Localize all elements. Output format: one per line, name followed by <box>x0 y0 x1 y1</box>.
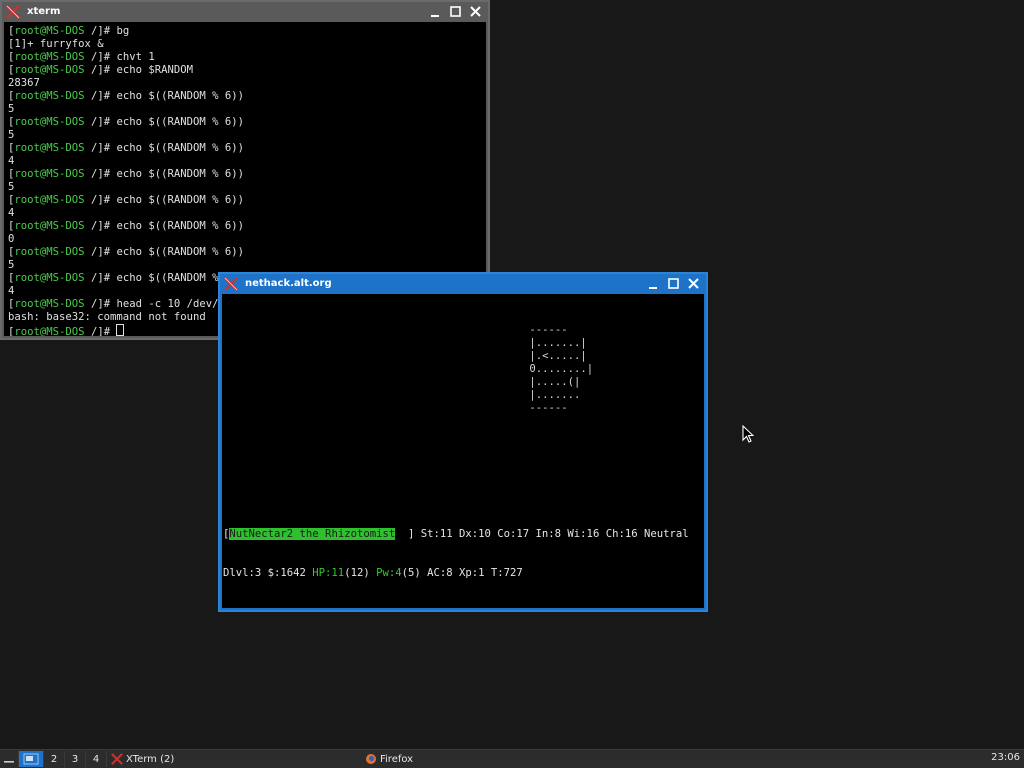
prompt-user: root@MS-DOS <box>14 220 85 232</box>
character-name: NutNectar2 the Rhizotomist <box>229 528 396 540</box>
map-row: 0........| <box>523 363 594 375</box>
command-text: chvt 1 <box>116 51 155 63</box>
command-text: echo $((RANDOM % 6)) <box>116 142 245 154</box>
terminal-command-line: [root@MS-DOS /]# chvt 1 <box>8 51 155 63</box>
nethack-titlebar[interactable]: nethack.alt.org <box>220 274 706 293</box>
stats-rest: AC:8 Xp:1 T:727 <box>427 567 523 579</box>
terminal-command-line: [root@MS-DOS /]# echo $RANDOM <box>8 64 193 76</box>
prompt-user: root@MS-DOS <box>14 64 85 76</box>
status-line-2: Dlvl:3 $:1642 HP:11(12) Pw:4(5) AC:8 Xp:… <box>223 567 689 580</box>
nethack-window[interactable]: nethack.alt.org ------ |.......| |.<....… <box>218 272 708 612</box>
minimize-button[interactable] <box>644 275 662 292</box>
task-xterm[interactable]: XTerm (2) <box>107 751 361 767</box>
workspace-button-1[interactable] <box>0 751 19 767</box>
task-firefox-label: Firefox <box>380 753 414 765</box>
mouse-cursor-icon <box>742 424 755 447</box>
maximize-button[interactable] <box>664 275 682 292</box>
firefox-icon <box>365 753 377 765</box>
map-row: |.......| <box>523 337 587 349</box>
taskbar: 2 3 4 XTerm (2) Firefox 23:06 <box>0 749 1024 768</box>
status-lines: [NutNectar2 the Rhizotomist ] St:11 Dx:1… <box>223 502 689 606</box>
command-text: bg <box>116 25 130 37</box>
terminal-output-line: 0 <box>8 233 15 245</box>
power-max: (5) <box>401 567 428 579</box>
prompt-user: root@MS-DOS <box>14 90 85 102</box>
workspace-button-4[interactable]: 4 <box>86 751 107 767</box>
text-cursor <box>116 324 125 336</box>
map-row: ------ <box>523 324 568 336</box>
map-row: |....... <box>523 389 581 401</box>
clock: 23:06 <box>991 752 1020 763</box>
status-line-1: [NutNectar2 the Rhizotomist ] St:11 Dx:1… <box>223 528 689 540</box>
minimize-button[interactable] <box>426 3 444 20</box>
terminal-output-line: 4 <box>8 155 15 167</box>
prompt-user: root@MS-DOS <box>14 116 85 128</box>
prompt-user: root@MS-DOS <box>14 326 85 336</box>
terminal-output-line: 5 <box>8 181 15 193</box>
prompt-user: root@MS-DOS <box>14 272 85 284</box>
command-text: echo $((RANDOM % 6)) <box>116 116 245 128</box>
close-button[interactable] <box>466 3 484 20</box>
terminal-command-line: [root@MS-DOS /]# echo $((RANDOM % 6)) <box>8 194 245 206</box>
power: Pw:4 <box>376 567 402 579</box>
terminal-output-line: [1]+ furryfox & <box>8 38 104 50</box>
command-text: echo $RANDOM <box>116 64 193 76</box>
command-text: echo $((RANDOM % 6)) <box>116 90 245 102</box>
task-xterm-label: XTerm (2) <box>126 753 175 765</box>
command-text: echo $((RANDOM % 6)) <box>116 246 245 258</box>
workspace-pager-active[interactable] <box>19 751 44 767</box>
prompt-user: root@MS-DOS <box>14 168 85 180</box>
prompt-user: root@MS-DOS <box>14 25 85 37</box>
terminal-command-line: [root@MS-DOS /]# echo $((RANDOM % 6)) <box>8 90 245 102</box>
prompt-user: root@MS-DOS <box>14 298 85 310</box>
attributes: St:11 Dx:10 Co:17 In:8 Wi:16 Ch:16 Neutr… <box>420 528 689 540</box>
terminal-output-line: 28367 <box>8 77 40 89</box>
hit-points-max: (12) <box>344 567 377 579</box>
terminal-command-line: [root@MS-DOS /]# echo $((RANDOM % 6)) <box>8 220 245 232</box>
workspace-button-2[interactable]: 2 <box>44 751 65 767</box>
prompt-user: root@MS-DOS <box>14 246 85 258</box>
prompt-user: root@MS-DOS <box>14 51 85 63</box>
terminal-output-line: 5 <box>8 103 15 115</box>
xterm-titlebar[interactable]: xterm <box>2 2 488 21</box>
xterm-icon <box>5 4 21 20</box>
terminal-command-line: [root@MS-DOS /]# echo $((RANDOM % 6)) <box>8 116 245 128</box>
prompt-user: root@MS-DOS <box>14 194 85 206</box>
xterm-title: xterm <box>27 6 61 17</box>
hit-points: HP:11 <box>312 567 345 579</box>
xterm-icon <box>223 276 239 292</box>
command-text: echo $((RANDOM % 6)) <box>116 220 245 232</box>
map-row: |.<.....| <box>523 350 587 362</box>
map-row: |.....(| <box>523 376 581 388</box>
nethack-terminal[interactable]: ------ |.......| |.<.....| 0........| |.… <box>222 294 704 608</box>
close-button[interactable] <box>684 275 702 292</box>
terminal-output-line: 4 <box>8 207 15 219</box>
terminal-command-line: [root@MS-DOS /]# echo $((RANDOM % 6)) <box>8 142 245 154</box>
terminal-command-line: [root@MS-DOS /]# echo $((RANDOM % 6)) <box>8 246 245 258</box>
dungeon-level: Dlvl:3 $:1642 <box>223 567 313 579</box>
dungeon-map: ------ |.......| |.<.....| 0........| |.… <box>523 324 593 415</box>
prompt-user: root@MS-DOS <box>14 142 85 154</box>
maximize-button[interactable] <box>446 3 464 20</box>
command-text: echo $((RANDOM % 6)) <box>116 168 245 180</box>
command-text: echo $((RANDOM % 6)) <box>116 194 245 206</box>
terminal-command-line: [root@MS-DOS /]# bg <box>8 25 130 37</box>
terminal-command-line: [root@MS-DOS /]# echo $((RANDOM % 6)) <box>8 168 245 180</box>
task-firefox[interactable]: Firefox <box>361 751 615 767</box>
terminal-output-line: 5 <box>8 129 15 141</box>
nethack-title: nethack.alt.org <box>245 278 332 289</box>
workspace-button-3[interactable]: 3 <box>65 751 86 767</box>
terminal-output-line: 5 <box>8 259 15 271</box>
map-row: ------ <box>523 402 568 414</box>
xterm-icon <box>111 753 123 765</box>
